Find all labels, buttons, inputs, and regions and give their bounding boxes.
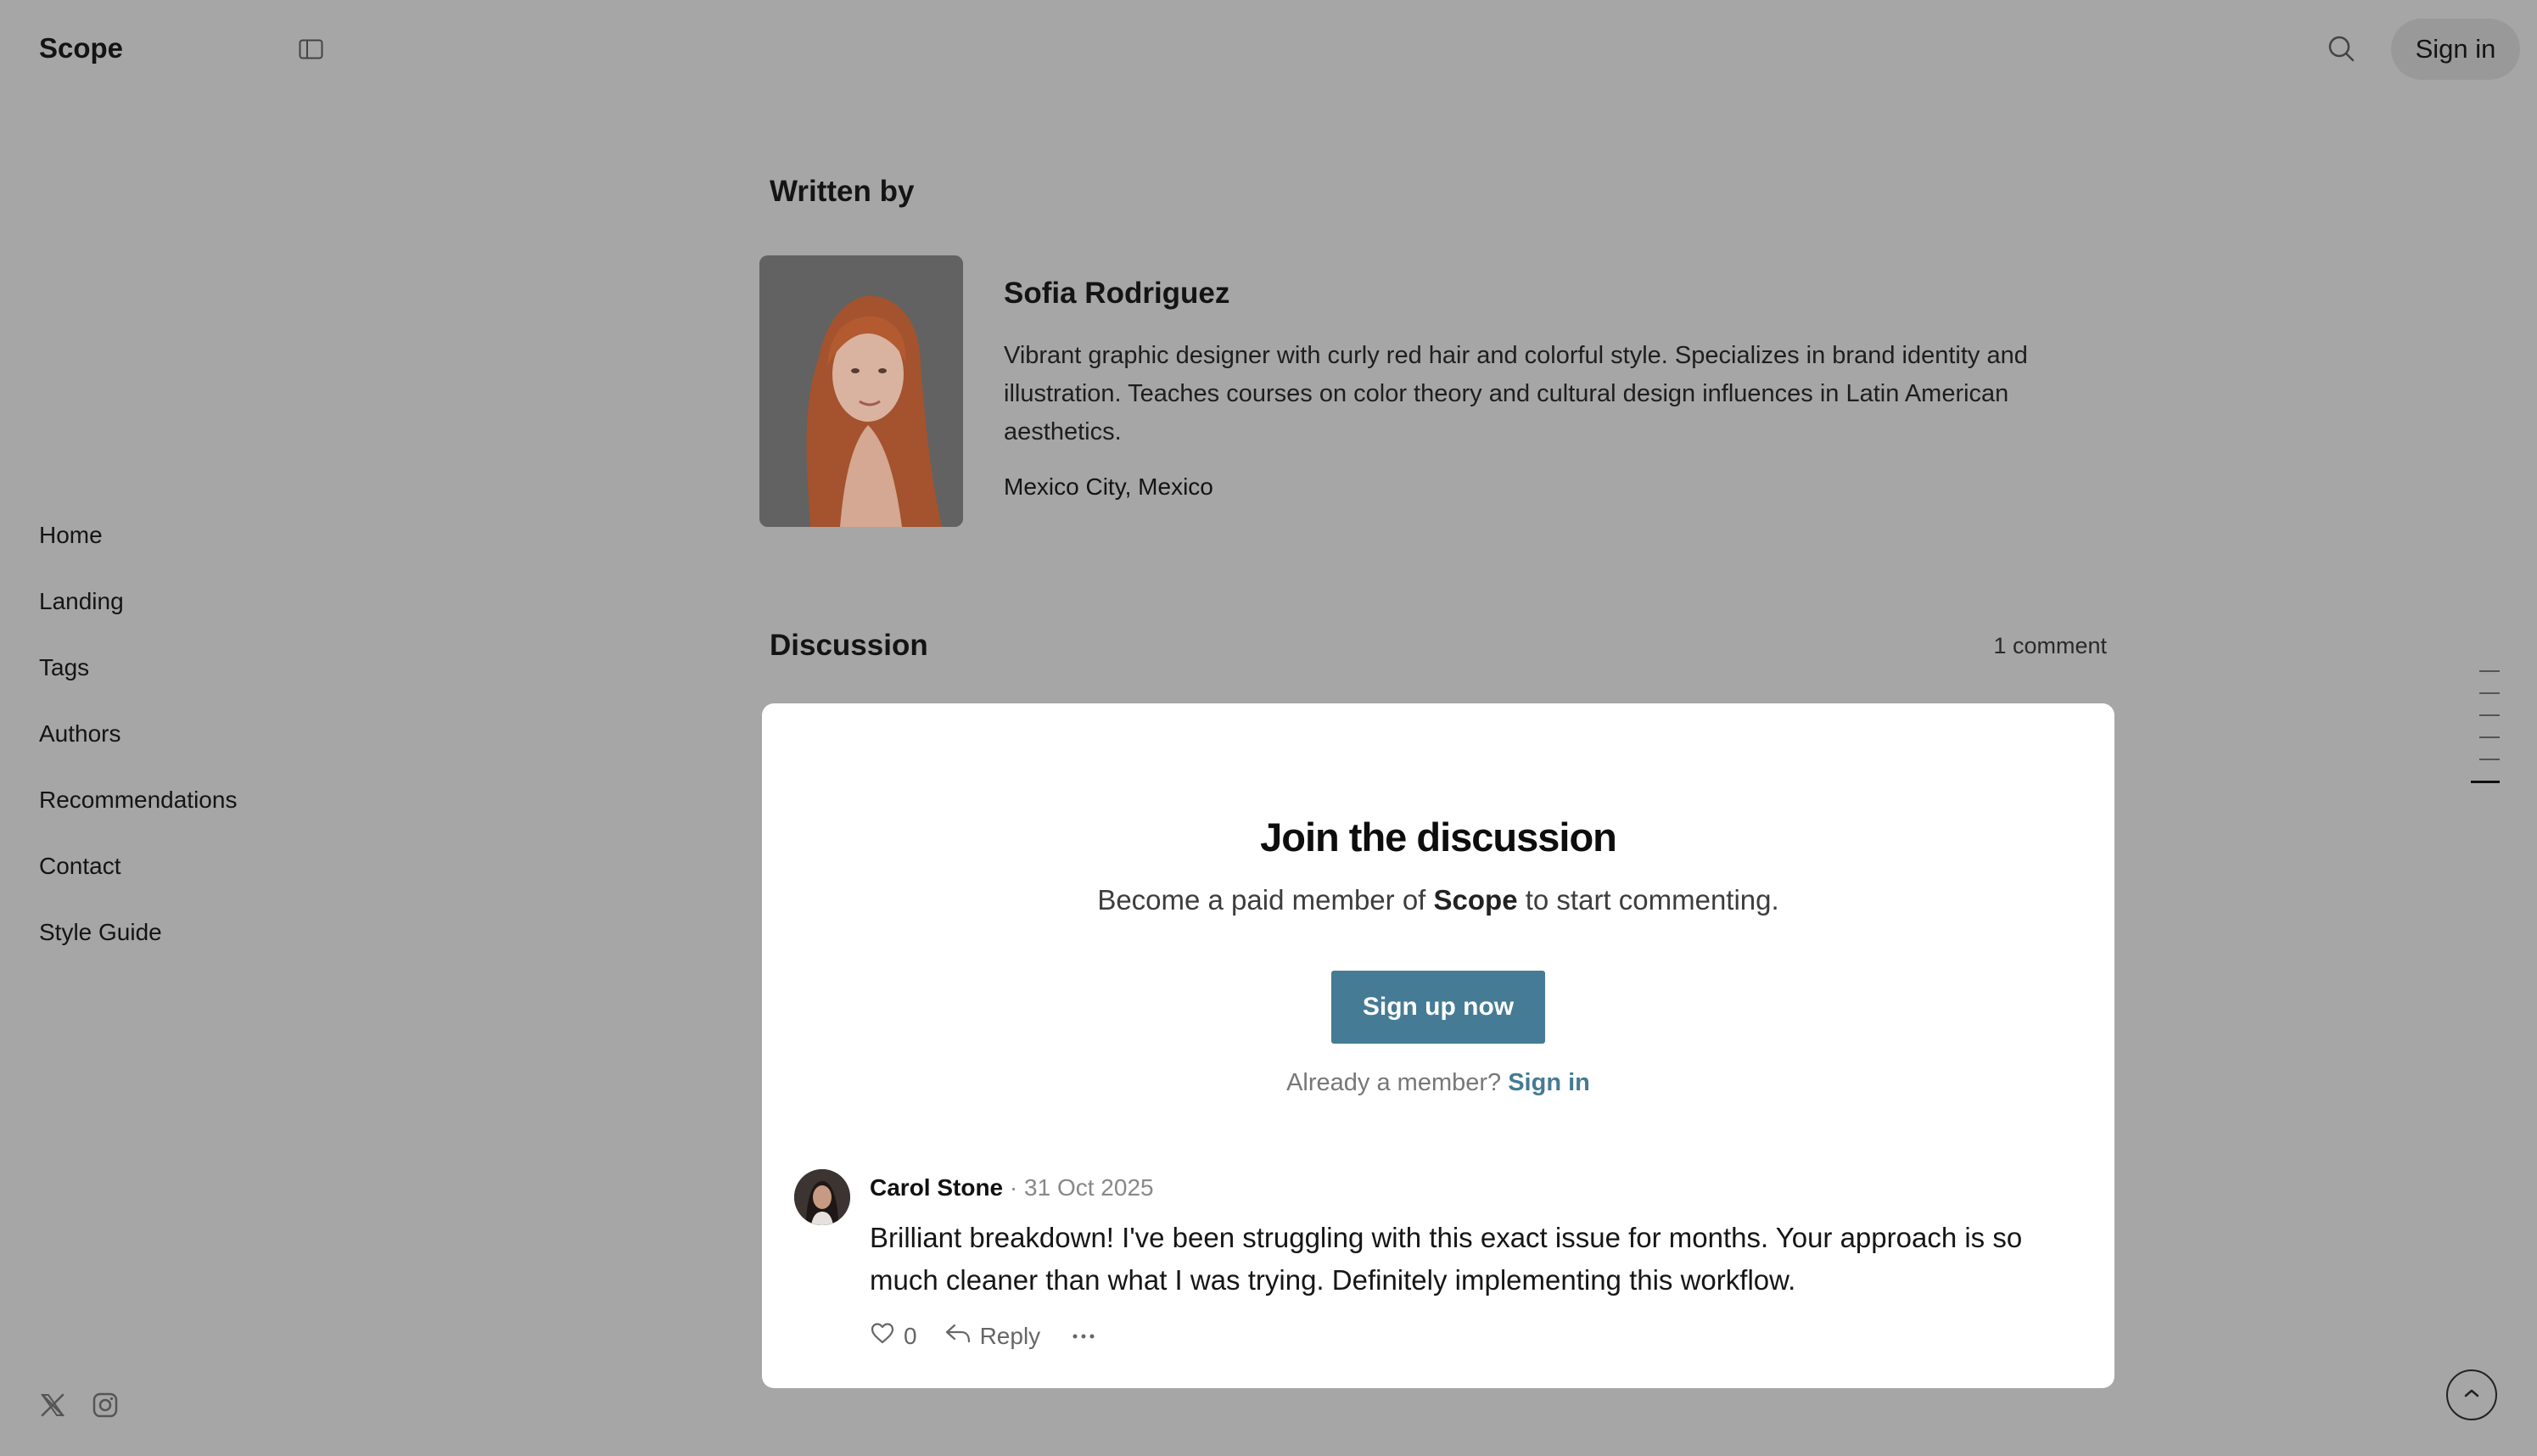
toc-tick[interactable]: [2479, 714, 2500, 716]
page: Scope Sign in Home Landing Tags Authors …: [0, 0, 2537, 1456]
author-name[interactable]: Sofia Rodriguez: [1004, 277, 1229, 311]
cta-brand: Scope: [1433, 884, 1518, 916]
sidebar-nav: Home Landing Tags Authors Recommendation…: [39, 519, 237, 983]
sidebar-toggle-icon[interactable]: [299, 39, 323, 59]
comment-author[interactable]: Carol Stone: [870, 1174, 1003, 1201]
sign-in-button[interactable]: Sign in: [2391, 19, 2520, 80]
comment-separator: ·: [1003, 1174, 1025, 1201]
sign-up-now-button[interactable]: Sign up now: [1331, 971, 1545, 1044]
sidebar-item-authors[interactable]: Authors: [39, 718, 237, 784]
comment-date: 31 Oct 2025: [1024, 1174, 1154, 1201]
comment-count: 1 comment: [1993, 633, 2107, 658]
reply-icon: [944, 1321, 972, 1351]
toc-tick-active[interactable]: [2471, 781, 2500, 783]
sidebar-item-home[interactable]: Home: [39, 519, 237, 585]
sidebar-item-landing[interactable]: Landing: [39, 585, 237, 652]
toc-tick[interactable]: [2479, 759, 2500, 760]
cta-text-after: to start commenting.: [1517, 884, 1779, 916]
more-options-icon[interactable]: [1071, 1332, 1096, 1341]
sidebar-item-tags[interactable]: Tags: [39, 652, 237, 718]
site-brand[interactable]: Scope: [39, 32, 123, 64]
join-discussion-text: Become a paid member of Scope to start c…: [762, 884, 2114, 916]
social-links: [39, 1392, 119, 1419]
join-discussion-title: Join the discussion: [1260, 815, 1617, 860]
author-location: Mexico City, Mexico: [1004, 473, 1213, 500]
sidebar-item-recommendations[interactable]: Recommendations: [39, 784, 237, 850]
reading-progress-ticks: [2469, 670, 2500, 804]
like-count: 0: [904, 1322, 917, 1349]
toc-tick[interactable]: [2479, 692, 2500, 694]
discussion-card: Join the discussion Become a paid member…: [762, 703, 2114, 1388]
sidebar-item-style-guide[interactable]: Style Guide: [39, 916, 237, 983]
like-button[interactable]: 0: [870, 1321, 917, 1351]
comment-actions: 0 Reply: [870, 1321, 1096, 1351]
toc-tick[interactable]: [2479, 736, 2500, 738]
discussion-heading: Discussion: [770, 629, 928, 662]
comment-body: Brilliant breakdown! I've been strugglin…: [870, 1222, 2023, 1296]
avatar[interactable]: [794, 1169, 850, 1225]
member-signin-line: Already a member? Sign in: [762, 1069, 2114, 1097]
heart-icon: [870, 1321, 895, 1351]
cta-text-before: Become a paid member of: [1097, 884, 1434, 916]
scroll-to-top-button[interactable]: [2446, 1369, 2497, 1420]
x-icon[interactable]: [39, 1392, 66, 1419]
member-prompt: Already a member?: [1286, 1069, 1509, 1096]
toc-tick[interactable]: [2479, 670, 2500, 672]
comment-meta: Carol Stone · 31 Oct 2025: [870, 1174, 1154, 1201]
author-photo[interactable]: [759, 255, 963, 527]
member-sign-in-link[interactable]: Sign in: [1508, 1069, 1590, 1096]
sidebar-item-contact[interactable]: Contact: [39, 850, 237, 916]
search-icon[interactable]: [2327, 34, 2357, 64]
author-bio: Vibrant graphic designer with curly red …: [1004, 342, 2028, 445]
chevron-up-icon: [2462, 1387, 2481, 1403]
instagram-icon[interactable]: [92, 1392, 119, 1419]
reply-button[interactable]: Reply: [944, 1321, 1041, 1351]
reply-label: Reply: [979, 1322, 1041, 1349]
written-by-heading: Written by: [770, 175, 915, 208]
